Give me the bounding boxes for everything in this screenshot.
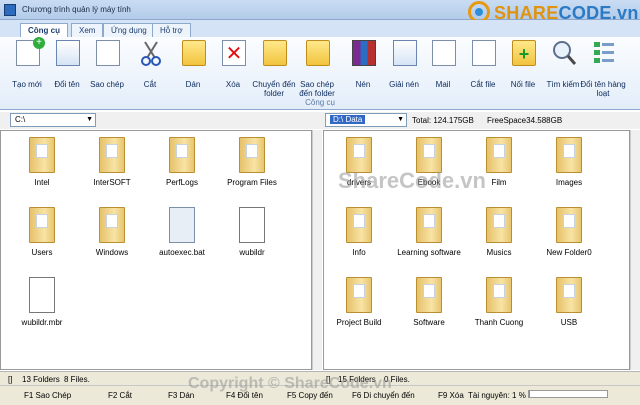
total-size: Total: 124.175GB xyxy=(412,116,474,125)
copy-to-folder-icon xyxy=(306,40,330,66)
resource-progress-bar xyxy=(528,390,608,398)
right-file-pane: drivers Ebook Film Images Info Learning … xyxy=(323,130,630,370)
drive-bar: C:\ ▼ D:\ Data ▼ Total: 124.175GB FreeSpac… xyxy=(0,112,640,129)
move-to-folder-icon xyxy=(263,40,287,66)
list-item[interactable]: New Folder0 xyxy=(534,207,604,263)
folder-icon xyxy=(99,137,125,173)
folder-icon xyxy=(486,137,512,173)
batch-rename-icon xyxy=(592,40,616,66)
delete-button[interactable]: ✕ Xóa xyxy=(214,40,252,95)
folder-icon xyxy=(556,207,582,243)
tab-ung-dung[interactable]: Ứng dụng xyxy=(103,23,155,37)
tab-ho-tro[interactable]: Hỗ trợ xyxy=(152,23,191,37)
list-item[interactable]: Project Build xyxy=(324,277,394,333)
left-file-count: 8 Files. xyxy=(64,375,90,384)
folder-icon xyxy=(239,137,265,173)
mail-icon xyxy=(432,40,456,66)
f9-delete-button[interactable]: F9 Xóa xyxy=(438,390,464,402)
watermark-copyright: Copyright © ShareCode.vn xyxy=(188,375,392,392)
chevron-down-icon: ▼ xyxy=(86,116,93,123)
folder-icon xyxy=(556,277,582,313)
list-item[interactable]: InterSOFT xyxy=(77,137,147,193)
cut-button[interactable]: Cắt xyxy=(131,40,169,95)
move-to-folder-button[interactable]: Chuyển đến folder xyxy=(252,40,296,98)
list-item[interactable]: autoexec.bat xyxy=(147,207,217,263)
ribbon: + Tạo mới Đổi tên Sao chép Cắt Dán ✕ Xóa… xyxy=(0,37,640,110)
scissors-icon xyxy=(139,40,163,66)
folder-icon xyxy=(486,277,512,313)
batch-rename-button[interactable]: Đổi tên hàng loạt xyxy=(580,40,626,98)
left-file-pane: Intel InterSOFT PerfLogs Program Files U… xyxy=(0,130,312,370)
list-item[interactable]: Thanh Cuong xyxy=(464,277,534,333)
compress-button[interactable]: Nén xyxy=(344,40,382,95)
app-icon xyxy=(4,4,16,16)
list-item[interactable]: Images xyxy=(534,137,604,193)
search-button[interactable]: Tìm kiếm xyxy=(544,40,582,95)
compress-icon xyxy=(352,40,376,66)
copy-to-folder-button[interactable]: Sao chép đến folder xyxy=(298,40,336,98)
tab-cong-cu[interactable]: Công cụ xyxy=(20,23,68,37)
folder-icon xyxy=(29,207,55,243)
list-item[interactable]: Intel xyxy=(7,137,77,193)
window-title: Chương trình quản lý máy tính xyxy=(22,5,131,14)
extract-button[interactable]: Giải nén xyxy=(385,40,423,95)
folder-icon xyxy=(99,207,125,243)
rename-button[interactable]: Đổi tên xyxy=(48,40,86,95)
list-item[interactable]: Learning software xyxy=(394,207,464,263)
resource-progress-fill xyxy=(529,391,530,397)
extract-icon xyxy=(393,40,417,66)
copy-button[interactable]: Sao chép xyxy=(88,40,126,95)
folder-icon xyxy=(556,137,582,173)
list-item[interactable]: PerfLogs xyxy=(147,137,217,193)
search-icon xyxy=(552,40,577,66)
delete-icon: ✕ xyxy=(222,40,246,66)
f1-copy-button[interactable]: F1 Sao Chép xyxy=(24,390,71,402)
folder-icon xyxy=(486,207,512,243)
ribbon-group-label: Công cụ xyxy=(305,98,335,107)
list-item[interactable]: USB xyxy=(534,277,604,333)
list-item[interactable]: wubildr.mbr xyxy=(7,277,77,333)
join-file-button[interactable]: + Nối file xyxy=(504,40,542,95)
list-item[interactable]: Info xyxy=(324,207,394,263)
file-icon xyxy=(239,207,265,243)
right-drive-select[interactable]: D:\ Data ▼ xyxy=(325,113,407,127)
new-button[interactable]: + Tạo mới xyxy=(8,37,46,95)
chevron-down-icon: ▼ xyxy=(397,116,404,123)
folder-icon xyxy=(416,207,442,243)
list-item[interactable]: Software xyxy=(394,277,464,333)
folder-icon xyxy=(169,137,195,173)
join-file-icon: + xyxy=(512,40,536,66)
mail-button[interactable]: Mail xyxy=(424,40,462,95)
rename-icon xyxy=(56,40,80,66)
file-icon xyxy=(29,277,55,313)
resource-label: Tài nguyên: 1 % xyxy=(468,391,526,400)
split-file-icon xyxy=(472,40,496,66)
paste-icon xyxy=(182,40,206,66)
folder-icon xyxy=(346,207,372,243)
list-item[interactable]: wubildr xyxy=(217,207,287,263)
ribbon-tabs: Công cụ Xem Ứng dụng Hỗ trợ xyxy=(0,20,640,37)
tab-xem[interactable]: Xem xyxy=(71,23,104,37)
list-item[interactable]: Program Files xyxy=(217,137,287,193)
gear-file-icon xyxy=(169,207,195,243)
watermark-center: ShareCode.vn xyxy=(338,168,486,193)
free-space: FreeSpace34.588GB xyxy=(487,116,563,125)
list-item[interactable]: Users xyxy=(7,207,77,263)
list-item[interactable]: Windows xyxy=(77,207,147,263)
split-file-button[interactable]: Cắt file xyxy=(464,40,502,95)
folder-icon xyxy=(29,137,55,173)
right-scrollbar[interactable] xyxy=(630,130,640,370)
folder-icon xyxy=(346,277,372,313)
left-folder-count: 13 Folders xyxy=(22,375,60,384)
paste-button[interactable]: Dán xyxy=(174,40,212,95)
list-item[interactable]: Musics xyxy=(464,207,534,263)
left-drive-select[interactable]: C:\ ▼ xyxy=(10,113,96,127)
left-scrollbar[interactable] xyxy=(312,130,322,370)
folder-icon xyxy=(416,277,442,313)
left-status-bracket: [] xyxy=(8,375,13,384)
copy-icon xyxy=(96,40,120,66)
new-document-icon: + xyxy=(16,37,45,66)
f2-cut-button[interactable]: F2 Cắt xyxy=(108,390,132,402)
